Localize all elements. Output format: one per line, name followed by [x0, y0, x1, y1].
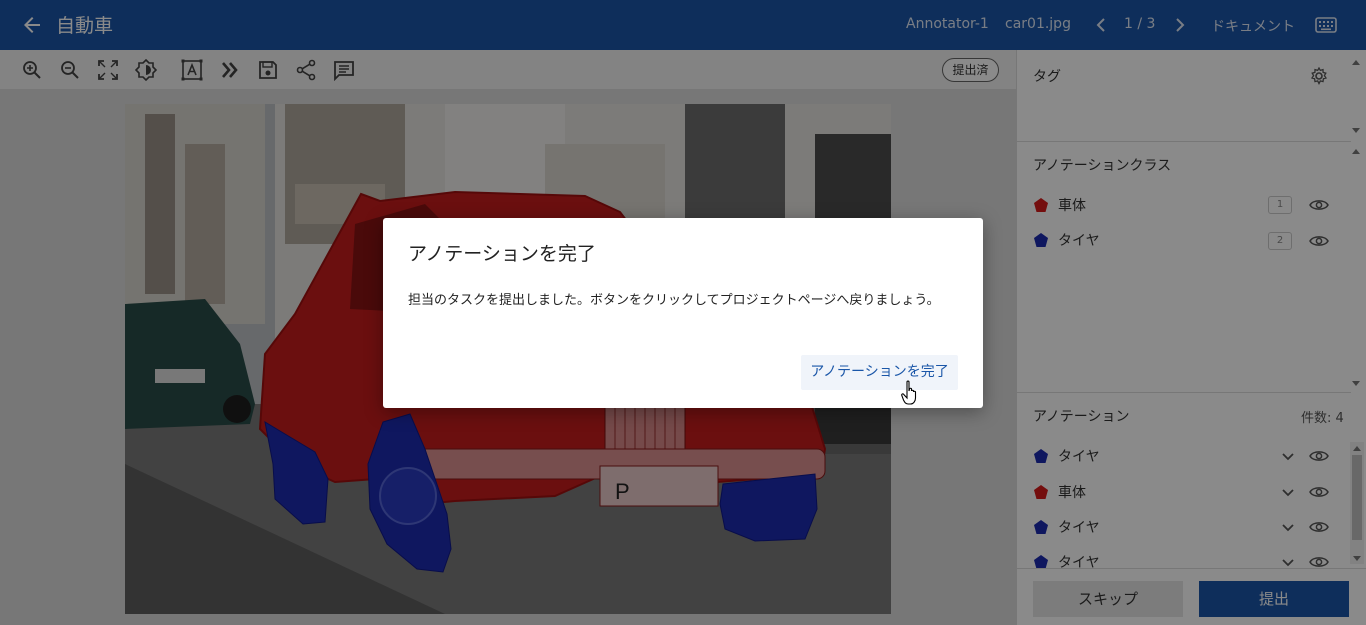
hand-pointer-icon	[901, 380, 917, 405]
dialog-title: アノテーションを完了	[408, 243, 596, 265]
dialog-message: 担当のタスクを提出しました。ボタンをクリックしてプロジェクトページへ戻りましょう…	[408, 293, 940, 308]
complete-annotation-button[interactable]: アノテーションを完了	[801, 355, 958, 390]
complete-dialog: アノテーションを完了 担当のタスクを提出しました。ボタンをクリックしてプロジェク…	[383, 218, 983, 408]
